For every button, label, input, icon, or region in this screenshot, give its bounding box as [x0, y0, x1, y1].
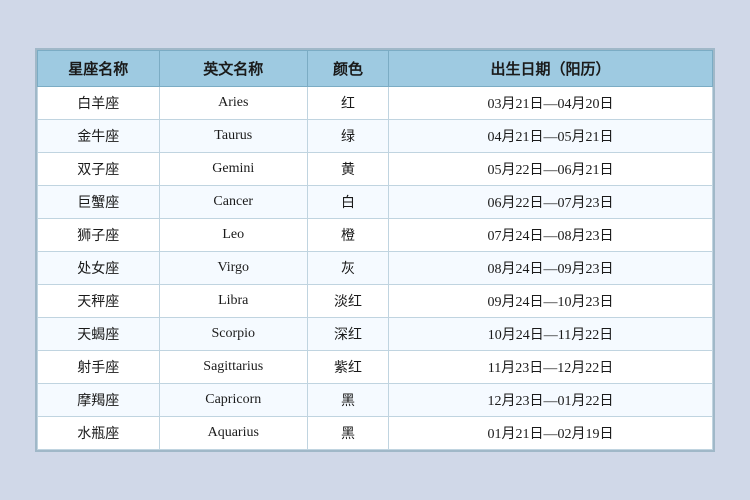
cell-cn-name: 金牛座: [38, 120, 160, 153]
table-row: 天秤座Libra淡红09月24日—10月23日: [38, 285, 713, 318]
cell-en-name: Capricorn: [159, 384, 308, 417]
cell-en-name: Taurus: [159, 120, 308, 153]
cell-date: 07月24日—08月23日: [389, 219, 713, 252]
cell-en-name: Gemini: [159, 153, 308, 186]
cell-cn-name: 水瓶座: [38, 417, 160, 450]
cell-color: 紫红: [308, 351, 389, 384]
cell-en-name: Virgo: [159, 252, 308, 285]
cell-cn-name: 摩羯座: [38, 384, 160, 417]
cell-date: 05月22日—06月21日: [389, 153, 713, 186]
table-row: 白羊座Aries红03月21日—04月20日: [38, 87, 713, 120]
cell-date: 03月21日—04月20日: [389, 87, 713, 120]
header-en-name: 英文名称: [159, 51, 308, 87]
cell-en-name: Aquarius: [159, 417, 308, 450]
cell-cn-name: 射手座: [38, 351, 160, 384]
header-color: 颜色: [308, 51, 389, 87]
table-row: 水瓶座Aquarius黑01月21日—02月19日: [38, 417, 713, 450]
cell-color: 红: [308, 87, 389, 120]
cell-en-name: Leo: [159, 219, 308, 252]
table-row: 狮子座Leo橙07月24日—08月23日: [38, 219, 713, 252]
zodiac-table-container: 星座名称 英文名称 颜色 出生日期（阳历） 白羊座Aries红03月21日—04…: [35, 48, 715, 452]
table-row: 金牛座Taurus绿04月21日—05月21日: [38, 120, 713, 153]
cell-date: 10月24日—11月22日: [389, 318, 713, 351]
cell-date: 12月23日—01月22日: [389, 384, 713, 417]
table-row: 巨蟹座Cancer白06月22日—07月23日: [38, 186, 713, 219]
cell-date: 09月24日—10月23日: [389, 285, 713, 318]
cell-color: 深红: [308, 318, 389, 351]
cell-date: 06月22日—07月23日: [389, 186, 713, 219]
cell-date: 08月24日—09月23日: [389, 252, 713, 285]
table-row: 天蝎座Scorpio深红10月24日—11月22日: [38, 318, 713, 351]
cell-cn-name: 处女座: [38, 252, 160, 285]
cell-color: 灰: [308, 252, 389, 285]
cell-en-name: Scorpio: [159, 318, 308, 351]
zodiac-table: 星座名称 英文名称 颜色 出生日期（阳历） 白羊座Aries红03月21日—04…: [37, 50, 713, 450]
cell-cn-name: 双子座: [38, 153, 160, 186]
cell-en-name: Aries: [159, 87, 308, 120]
cell-color: 黄: [308, 153, 389, 186]
cell-en-name: Sagittarius: [159, 351, 308, 384]
cell-cn-name: 狮子座: [38, 219, 160, 252]
cell-color: 白: [308, 186, 389, 219]
table-row: 射手座Sagittarius紫红11月23日—12月22日: [38, 351, 713, 384]
table-header-row: 星座名称 英文名称 颜色 出生日期（阳历）: [38, 51, 713, 87]
table-row: 处女座Virgo灰08月24日—09月23日: [38, 252, 713, 285]
cell-color: 黑: [308, 384, 389, 417]
cell-cn-name: 白羊座: [38, 87, 160, 120]
header-date: 出生日期（阳历）: [389, 51, 713, 87]
cell-color: 橙: [308, 219, 389, 252]
cell-cn-name: 天蝎座: [38, 318, 160, 351]
cell-color: 绿: [308, 120, 389, 153]
table-row: 摩羯座Capricorn黑12月23日—01月22日: [38, 384, 713, 417]
header-cn-name: 星座名称: [38, 51, 160, 87]
cell-date: 04月21日—05月21日: [389, 120, 713, 153]
cell-date: 01月21日—02月19日: [389, 417, 713, 450]
cell-cn-name: 天秤座: [38, 285, 160, 318]
cell-color: 淡红: [308, 285, 389, 318]
cell-en-name: Libra: [159, 285, 308, 318]
cell-color: 黑: [308, 417, 389, 450]
cell-cn-name: 巨蟹座: [38, 186, 160, 219]
cell-en-name: Cancer: [159, 186, 308, 219]
cell-date: 11月23日—12月22日: [389, 351, 713, 384]
table-row: 双子座Gemini黄05月22日—06月21日: [38, 153, 713, 186]
